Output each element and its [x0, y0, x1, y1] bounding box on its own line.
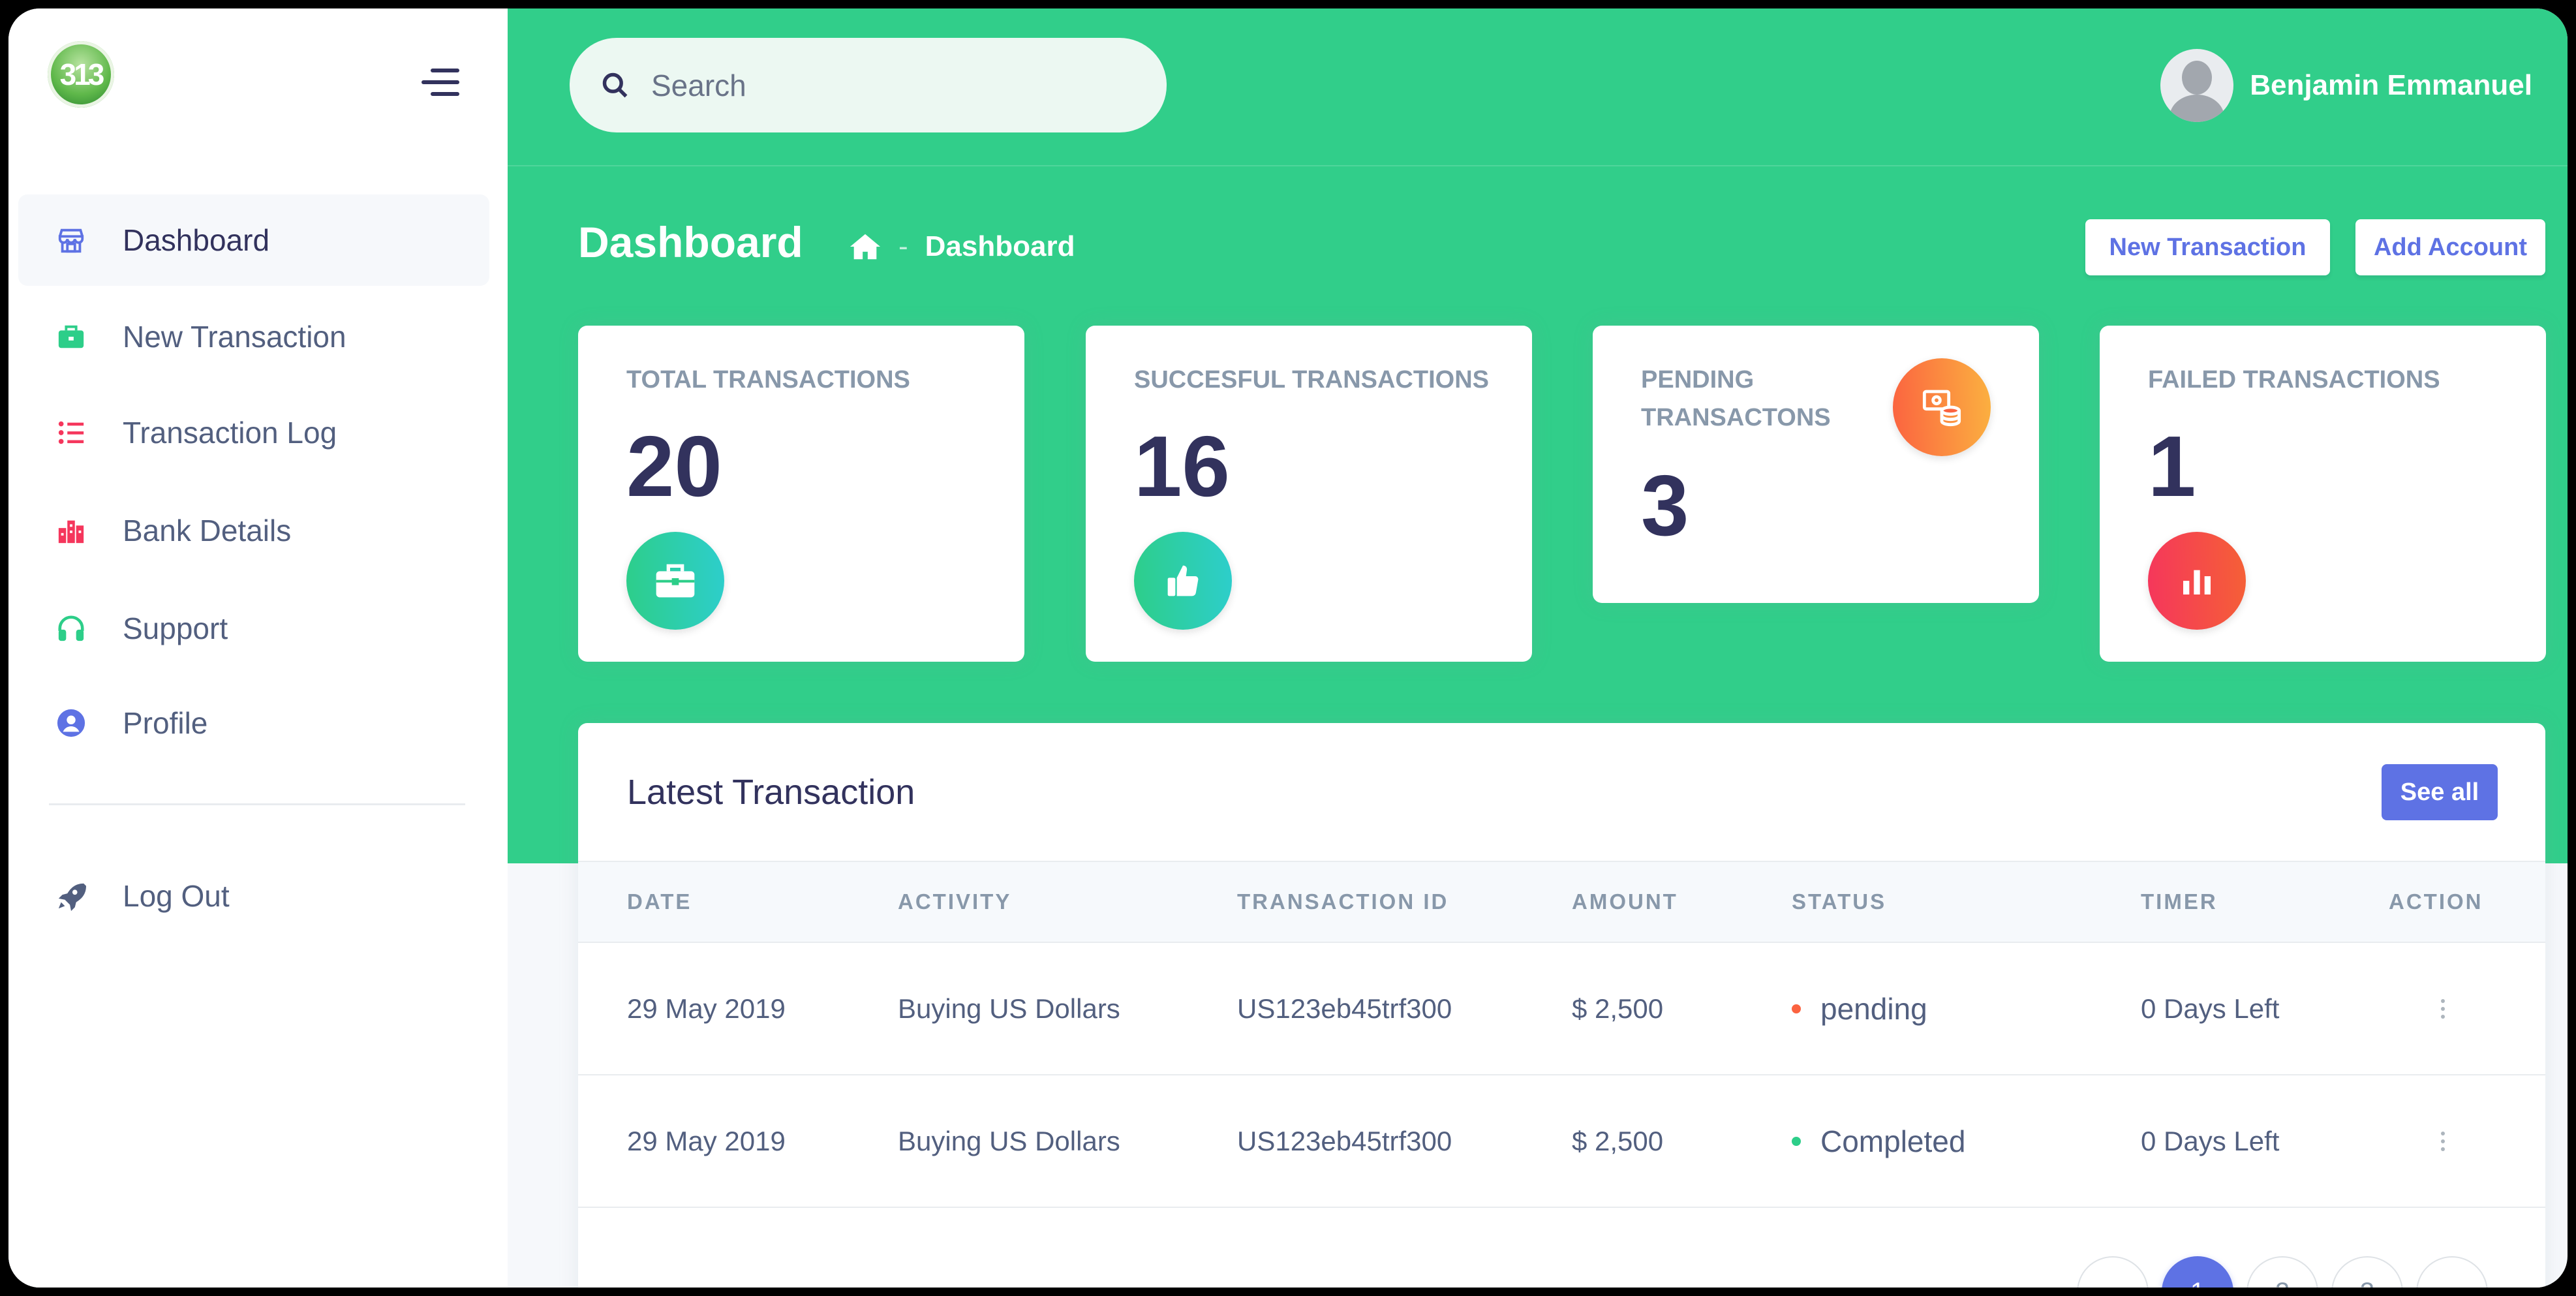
sidebar: 313 Dashboard New Transaction Transactio…: [8, 8, 508, 1288]
sidebar-item-label: Dashboard: [123, 223, 270, 257]
status-badge: Completed: [1820, 1124, 1966, 1158]
stat-card-failed: FAILED TRANSACTIONS 1: [2100, 326, 2546, 662]
cell-activity: Buying US Dollars: [898, 1125, 1120, 1156]
column-header[interactable]: TRANSACTION ID: [1237, 862, 1449, 942]
more-actions-icon[interactable]: [2441, 1075, 2445, 1207]
search-input[interactable]: [651, 38, 1134, 132]
cell-date: 29 May 2019: [627, 1125, 786, 1156]
stat-title: SUCCESFUL TRANSACTIONS: [1134, 366, 1489, 393]
list-icon: [58, 421, 84, 444]
stat-title: TOTAL TRANSACTIONS: [626, 366, 910, 393]
pagination-page-1[interactable]: 1: [2162, 1256, 2233, 1288]
cell-timer: 0 Days Left: [2141, 993, 2280, 1024]
app-window: 313 Dashboard New Transaction Transactio…: [8, 8, 2568, 1288]
stat-value: 16: [1134, 418, 1230, 514]
breadcrumb-separator: -: [898, 230, 908, 262]
stat-card-total: TOTAL TRANSACTIONS 20: [578, 326, 1024, 662]
menu-toggle-icon[interactable]: [422, 69, 459, 96]
stat-title-line: TRANSACTONS: [1641, 404, 1831, 431]
column-header[interactable]: AMOUNT: [1572, 862, 1678, 942]
bar-chart-icon: [2148, 532, 2246, 630]
sidebar-item-support[interactable]: Support: [18, 583, 489, 674]
stat-card-pending: PENDING TRANSACTONS 3: [1593, 326, 2039, 603]
sidebar-item-label: Support: [123, 611, 228, 645]
sidebar-item-label: Log Out: [123, 879, 230, 913]
cell-amount: $ 2,500: [1572, 993, 1664, 1024]
rocket-icon: [58, 883, 86, 911]
user-name: Benjamin Emmanuel: [2250, 69, 2532, 101]
see-all-button[interactable]: See all: [2382, 764, 2498, 820]
breadcrumb-current[interactable]: Dashboard: [925, 230, 1075, 263]
stat-title: FAILED TRANSACTIONS: [2148, 366, 2440, 393]
sidebar-item-label: Profile: [123, 706, 208, 740]
new-transaction-button[interactable]: New Transaction: [2085, 219, 2330, 275]
avatar[interactable]: [2160, 48, 2234, 122]
logo-text: 313: [59, 57, 105, 91]
column-header[interactable]: ACTION: [2389, 862, 2483, 942]
table-header: DATE ACTIVITY TRANSACTION ID AMOUNT STAT…: [578, 861, 2545, 943]
stat-title-line: PENDING: [1641, 366, 1755, 393]
status-badge: pending: [1820, 991, 1927, 1026]
search-bar[interactable]: [570, 38, 1167, 132]
stat-card-successful: SUCCESFUL TRANSACTIONS 16: [1086, 326, 1532, 662]
money-coins-icon: [1893, 358, 1991, 456]
sidebar-item-label: Transaction Log: [123, 416, 337, 450]
headphones-icon: [58, 615, 84, 641]
table-title: Latest Transaction: [627, 773, 915, 812]
column-header[interactable]: ACTIVITY: [898, 862, 1011, 942]
stat-value: 1: [2148, 418, 2196, 514]
add-account-button[interactable]: Add Account: [2355, 219, 2545, 275]
pagination: ‹ 1 2 3 ›: [2077, 1256, 2488, 1288]
search-icon: [602, 72, 628, 97]
pagination-next[interactable]: ›: [2416, 1256, 2488, 1288]
user-circle-icon: [57, 709, 85, 737]
cell-transaction-id: US123eb45trf300: [1237, 993, 1452, 1024]
sidebar-item-bank-details[interactable]: Bank Details: [18, 485, 489, 576]
pagination-prev[interactable]: ‹: [2077, 1256, 2149, 1288]
page-title: Dashboard: [578, 218, 803, 266]
cell-status: Completed: [1792, 1075, 1965, 1207]
topbar-divider: [508, 165, 2568, 166]
building-icon: [58, 520, 84, 544]
more-actions-icon[interactable]: [2441, 943, 2445, 1074]
cell-timer: 0 Days Left: [2141, 1125, 2280, 1156]
status-dot: [1792, 1004, 1801, 1013]
sidebar-item-label: Bank Details: [123, 514, 292, 548]
briefcase-icon: [58, 325, 84, 348]
table-row[interactable]: 29 May 2019 Buying US Dollars US123eb45t…: [578, 943, 2545, 1075]
sidebar-item-dashboard[interactable]: Dashboard: [18, 194, 489, 286]
pagination-page-2[interactable]: 2: [2246, 1256, 2318, 1288]
stat-title: PENDING TRANSACTONS: [1641, 361, 1831, 437]
cell-activity: Buying US Dollars: [898, 993, 1120, 1024]
column-header[interactable]: STATUS: [1792, 862, 1886, 942]
cell-transaction-id: US123eb45trf300: [1237, 1125, 1452, 1156]
briefcase-icon: [626, 532, 724, 630]
sidebar-item-transaction-log[interactable]: Transaction Log: [18, 387, 489, 478]
sidebar-item-new-transaction[interactable]: New Transaction: [18, 291, 489, 382]
sidebar-item-label: New Transaction: [123, 320, 346, 354]
store-icon: [58, 228, 84, 253]
cell-amount: $ 2,500: [1572, 1125, 1664, 1156]
cell-date: 29 May 2019: [627, 993, 786, 1024]
sidebar-item-logout[interactable]: Log Out: [18, 850, 489, 942]
logo[interactable]: 313: [48, 41, 114, 108]
pagination-page-3[interactable]: 3: [2331, 1256, 2403, 1288]
table-row[interactable]: 29 May 2019 Buying US Dollars US123eb45t…: [578, 1075, 2545, 1208]
user-menu[interactable]: Benjamin Emmanuel: [2160, 48, 2532, 123]
sidebar-divider: [49, 803, 465, 805]
status-dot: [1792, 1136, 1801, 1146]
sidebar-item-profile[interactable]: Profile: [18, 677, 489, 769]
latest-transactions-card: Latest Transaction See all DATE ACTIVITY…: [578, 723, 2545, 1288]
cell-status: pending: [1792, 943, 1927, 1074]
column-header[interactable]: DATE: [627, 862, 692, 942]
thumbs-up-icon: [1134, 532, 1232, 630]
column-header[interactable]: TIMER: [2141, 862, 2218, 942]
breadcrumb: - Dashboard: [849, 230, 1075, 263]
stat-value: 20: [626, 418, 722, 514]
home-icon[interactable]: [849, 232, 882, 261]
stat-value: 3: [1641, 457, 1689, 553]
